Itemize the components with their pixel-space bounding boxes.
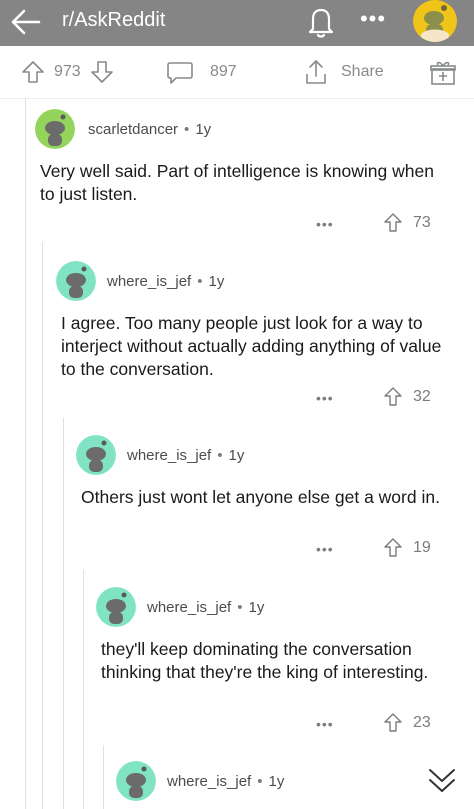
comment-body: they'll keep dominating the conversation…: [101, 639, 429, 682]
comment-age: 1y: [228, 447, 245, 464]
share-button[interactable]: Share: [303, 46, 384, 98]
bell-icon[interactable]: [305, 5, 337, 39]
avatar[interactable]: [96, 587, 136, 627]
share-label: Share: [341, 63, 384, 80]
avatar[interactable]: [35, 109, 75, 149]
comment-score: 73: [413, 214, 431, 231]
downvote-icon[interactable]: [89, 59, 115, 85]
upvote-icon[interactable]: [20, 59, 46, 85]
comment-body: Others just wont let anyone else get a w…: [81, 487, 440, 507]
separator-dot: •: [237, 599, 243, 616]
comment-age: 1y: [268, 773, 285, 790]
comment-age: 1y: [208, 273, 225, 290]
comment-vote: 32: [383, 386, 431, 408]
comment-vote: 23: [383, 712, 431, 734]
comment-vote: 19: [383, 537, 431, 559]
comment-body: I agree. Too many people just look for a…: [61, 313, 442, 379]
separator-dot: •: [197, 273, 203, 290]
comment-more-button[interactable]: •••: [316, 390, 334, 406]
snoo-avatar-icon: [96, 587, 136, 627]
upvote-icon[interactable]: [383, 212, 403, 234]
snoo-avatar-icon: [76, 435, 116, 475]
comment-icon: [167, 62, 193, 84]
share-icon: [306, 60, 326, 84]
comment-score: 32: [413, 388, 431, 405]
separator-dot: •: [184, 121, 190, 138]
comment-more-button[interactable]: •••: [316, 541, 334, 557]
comment-count: 897: [210, 63, 237, 80]
upvote-icon[interactable]: [383, 386, 403, 408]
comment-author[interactable]: where_is_jef: [147, 599, 231, 616]
snoo-avatar-icon: [56, 261, 96, 301]
upvote-count: 973: [54, 63, 81, 80]
comment-score: 23: [413, 714, 431, 731]
comment-author[interactable]: where_is_jef: [127, 447, 211, 464]
post-actions-bar: 973 897 Share: [0, 46, 474, 99]
comment-vote: 73: [383, 212, 431, 234]
snoo-avatar-icon: [414, 0, 456, 42]
back-arrow-icon[interactable]: [8, 7, 42, 37]
thread-line[interactable]: [42, 242, 43, 809]
thread-line[interactable]: [63, 418, 64, 809]
upvote-icon[interactable]: [383, 537, 403, 559]
snoo-avatar-icon: [35, 109, 75, 149]
comment-more-button[interactable]: •••: [316, 216, 334, 232]
comments-button[interactable]: 897: [166, 46, 237, 98]
thread-line[interactable]: [103, 745, 104, 809]
vote-group: 973: [20, 46, 115, 98]
thread-line[interactable]: [83, 570, 84, 809]
comment-body: Very well said. Part of intelligence is …: [40, 161, 434, 204]
comment-score: 19: [413, 539, 431, 556]
subreddit-title[interactable]: r/AskReddit: [62, 9, 165, 32]
comment-more-button[interactable]: •••: [316, 716, 334, 732]
upvote-icon[interactable]: [383, 712, 403, 734]
avatar[interactable]: [116, 761, 156, 801]
comment-author[interactable]: scarletdancer: [88, 121, 178, 138]
comment-age: 1y: [195, 121, 212, 138]
avatar[interactable]: [56, 261, 96, 301]
user-avatar[interactable]: [413, 0, 457, 42]
separator-dot: •: [257, 773, 263, 790]
avatar[interactable]: [76, 435, 116, 475]
more-options-button[interactable]: •••: [356, 8, 390, 32]
top-bar: r/AskReddit •••: [0, 0, 474, 46]
award-icon[interactable]: [429, 59, 457, 87]
separator-dot: •: [217, 447, 223, 464]
snoo-avatar-icon: [116, 761, 156, 801]
thread-line[interactable]: [25, 98, 26, 809]
comment-author[interactable]: where_is_jef: [167, 773, 251, 790]
chevron-double-down-icon[interactable]: [422, 762, 462, 798]
comment-author[interactable]: where_is_jef: [107, 273, 191, 290]
comment-age: 1y: [248, 599, 265, 616]
